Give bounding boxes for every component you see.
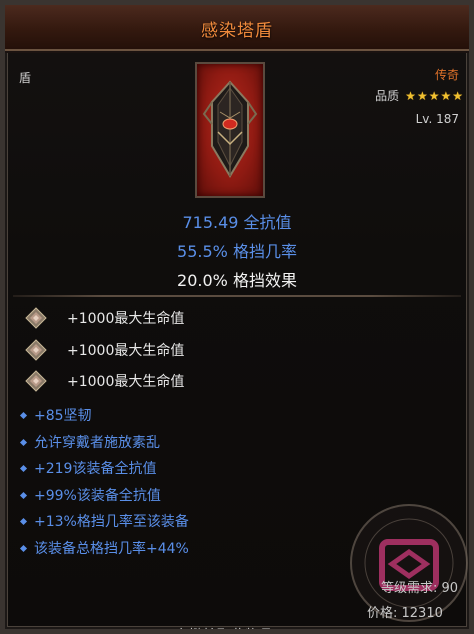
item-rarity: 传奇 [434,68,459,82]
affix-text: 该装备总格挡几率+44% [34,541,189,557]
affix-bullet-icon [19,411,28,419]
gem-stat: +1000最大生命值 [67,343,185,359]
star-icon: ★ [440,88,452,103]
gem-socket-row: +1000最大生命值 [25,339,184,361]
gem-stat: +1000最大生命值 [67,311,185,327]
item-icon-frame[interactable] [195,62,265,198]
affix-text: +99%该装备全抗值 [34,488,161,504]
affix-row: +99%该装备全抗值 [19,485,161,505]
affix-row: +219该装备全抗值 [19,458,157,478]
item-level: Lv. 187 [415,112,459,126]
tooltip-title-bar: 感染塔盾 [5,5,469,51]
affix-row: +85坚韧 [19,405,92,425]
affix-bullet-icon [19,544,28,552]
affix-text: +85坚韧 [34,408,92,424]
gem-socket-row: +1000最大生命值 [25,370,184,392]
pickup-hint: 右键拾取此物品 [175,625,273,629]
stat-block-effect: 20.0% 格挡效果 [177,271,297,290]
gem-socket-row: +1000最大生命值 [25,307,184,329]
star-icon: ★ [405,88,416,103]
affix-row: 该装备总格挡几率+44% [19,538,189,558]
affix-bullet-icon [19,517,28,525]
star-icon: ★ [452,88,463,103]
amethyst-gem-icon [25,370,47,392]
tower-shield-icon [202,80,258,178]
stat-all-resist: 715.49 全抗值 [182,213,292,232]
quality-row: 品质 ★ ★ ★ ★ ★ [375,87,463,104]
divider [13,295,461,297]
star-icon: ★ [428,88,440,103]
stat-block-chance: 55.5% 格挡几率 [177,242,297,261]
item-price: 价格: 12310 [367,606,443,621]
amethyst-gem-icon [25,307,47,329]
affix-bullet-icon [19,491,28,499]
affix-text: 允许穿戴者施放素乱 [34,435,160,451]
gem-stat: +1000最大生命值 [67,374,185,390]
affix-bullet-icon [19,464,28,472]
affix-text: +219该装备全抗值 [34,461,157,477]
quality-label: 品质 [375,89,400,103]
star-icon: ★ [416,88,428,103]
item-type: 盾 [19,71,32,85]
amethyst-gem-icon [25,339,47,361]
item-tooltip: 感染塔盾 盾 传奇 品质 ★ ★ ★ ★ ★ Lv. 187 715.49 全抗… [0,0,474,634]
level-requirement: 等级需求: 90 [381,581,459,596]
quality-stars: ★ ★ ★ ★ ★ [405,90,463,102]
affix-text: +13%格挡几率至该装备 [34,514,189,530]
affix-row: +13%格挡几率至该装备 [19,511,189,531]
affix-bullet-icon [19,438,28,446]
affix-row: 允许穿戴者施放素乱 [19,432,160,452]
item-name: 感染塔盾 [201,21,273,41]
